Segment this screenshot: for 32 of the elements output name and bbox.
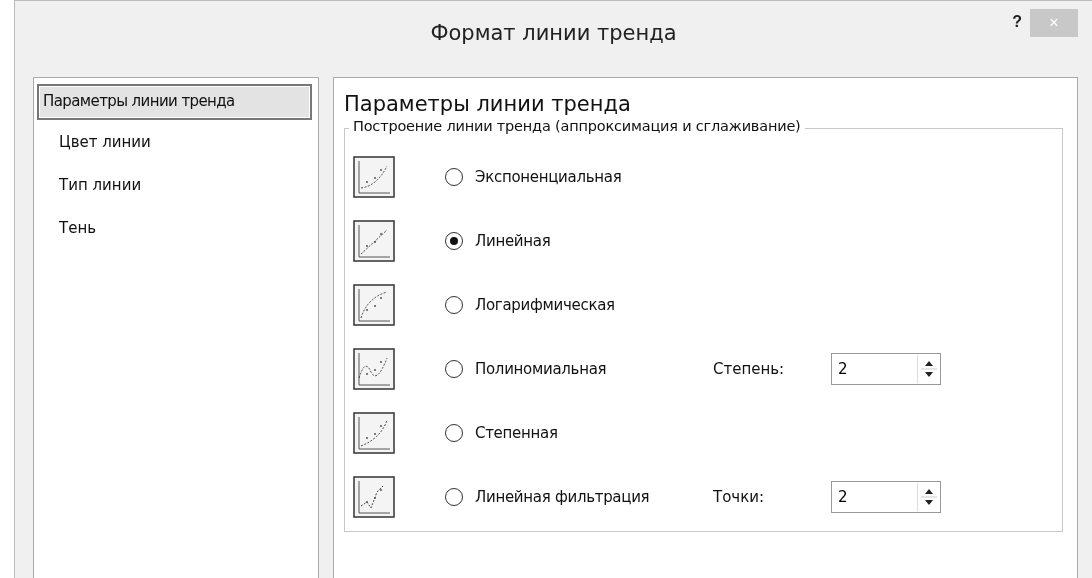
sidebar-item[interactable]: Параметры линии тренда (37, 84, 312, 120)
help-button[interactable]: ? (1012, 13, 1022, 31)
panel-heading: Параметры линии тренда (344, 92, 632, 116)
sidebar-item[interactable]: Тень (37, 209, 312, 249)
spinner-field[interactable]: 2 (831, 353, 941, 385)
spinner-label: Точки: (713, 488, 766, 506)
sidebar-item[interactable]: Цвет линии (37, 123, 312, 163)
window-title: Формат линии тренда (430, 21, 677, 45)
spin-arrows-icon[interactable] (917, 355, 940, 383)
option-label[interactable]: Линейная фильтрация (475, 488, 713, 506)
option-label[interactable]: Линейная (475, 232, 713, 250)
radio-button[interactable] (445, 360, 463, 378)
trendline-icon (353, 220, 395, 262)
option-label[interactable]: Степенная (475, 424, 713, 442)
option-label[interactable]: Полиномиальная (475, 360, 713, 378)
spinner-label: Степень: (713, 360, 786, 378)
radio-button[interactable] (445, 296, 463, 314)
radio-button[interactable] (445, 488, 463, 506)
group-title: Построение линии тренда (аппроксимация и сглаживание) (349, 118, 805, 134)
radio-button[interactable] (445, 168, 463, 186)
trendline-icon (353, 348, 395, 390)
radio-button[interactable] (445, 424, 463, 442)
trendline-icon (353, 156, 395, 198)
spinner-field[interactable]: 2 (831, 481, 941, 513)
trendline-icon (353, 284, 395, 326)
trendline-icon (353, 412, 395, 454)
option-label[interactable]: Экспоненциальная (475, 168, 713, 186)
radio-button[interactable] (445, 232, 463, 250)
spin-arrows-icon[interactable] (917, 483, 940, 511)
option-label[interactable]: Логарифмическая (475, 296, 713, 314)
trendline-icon (353, 476, 395, 518)
sidebar-item[interactable]: Тип линии (37, 166, 312, 206)
